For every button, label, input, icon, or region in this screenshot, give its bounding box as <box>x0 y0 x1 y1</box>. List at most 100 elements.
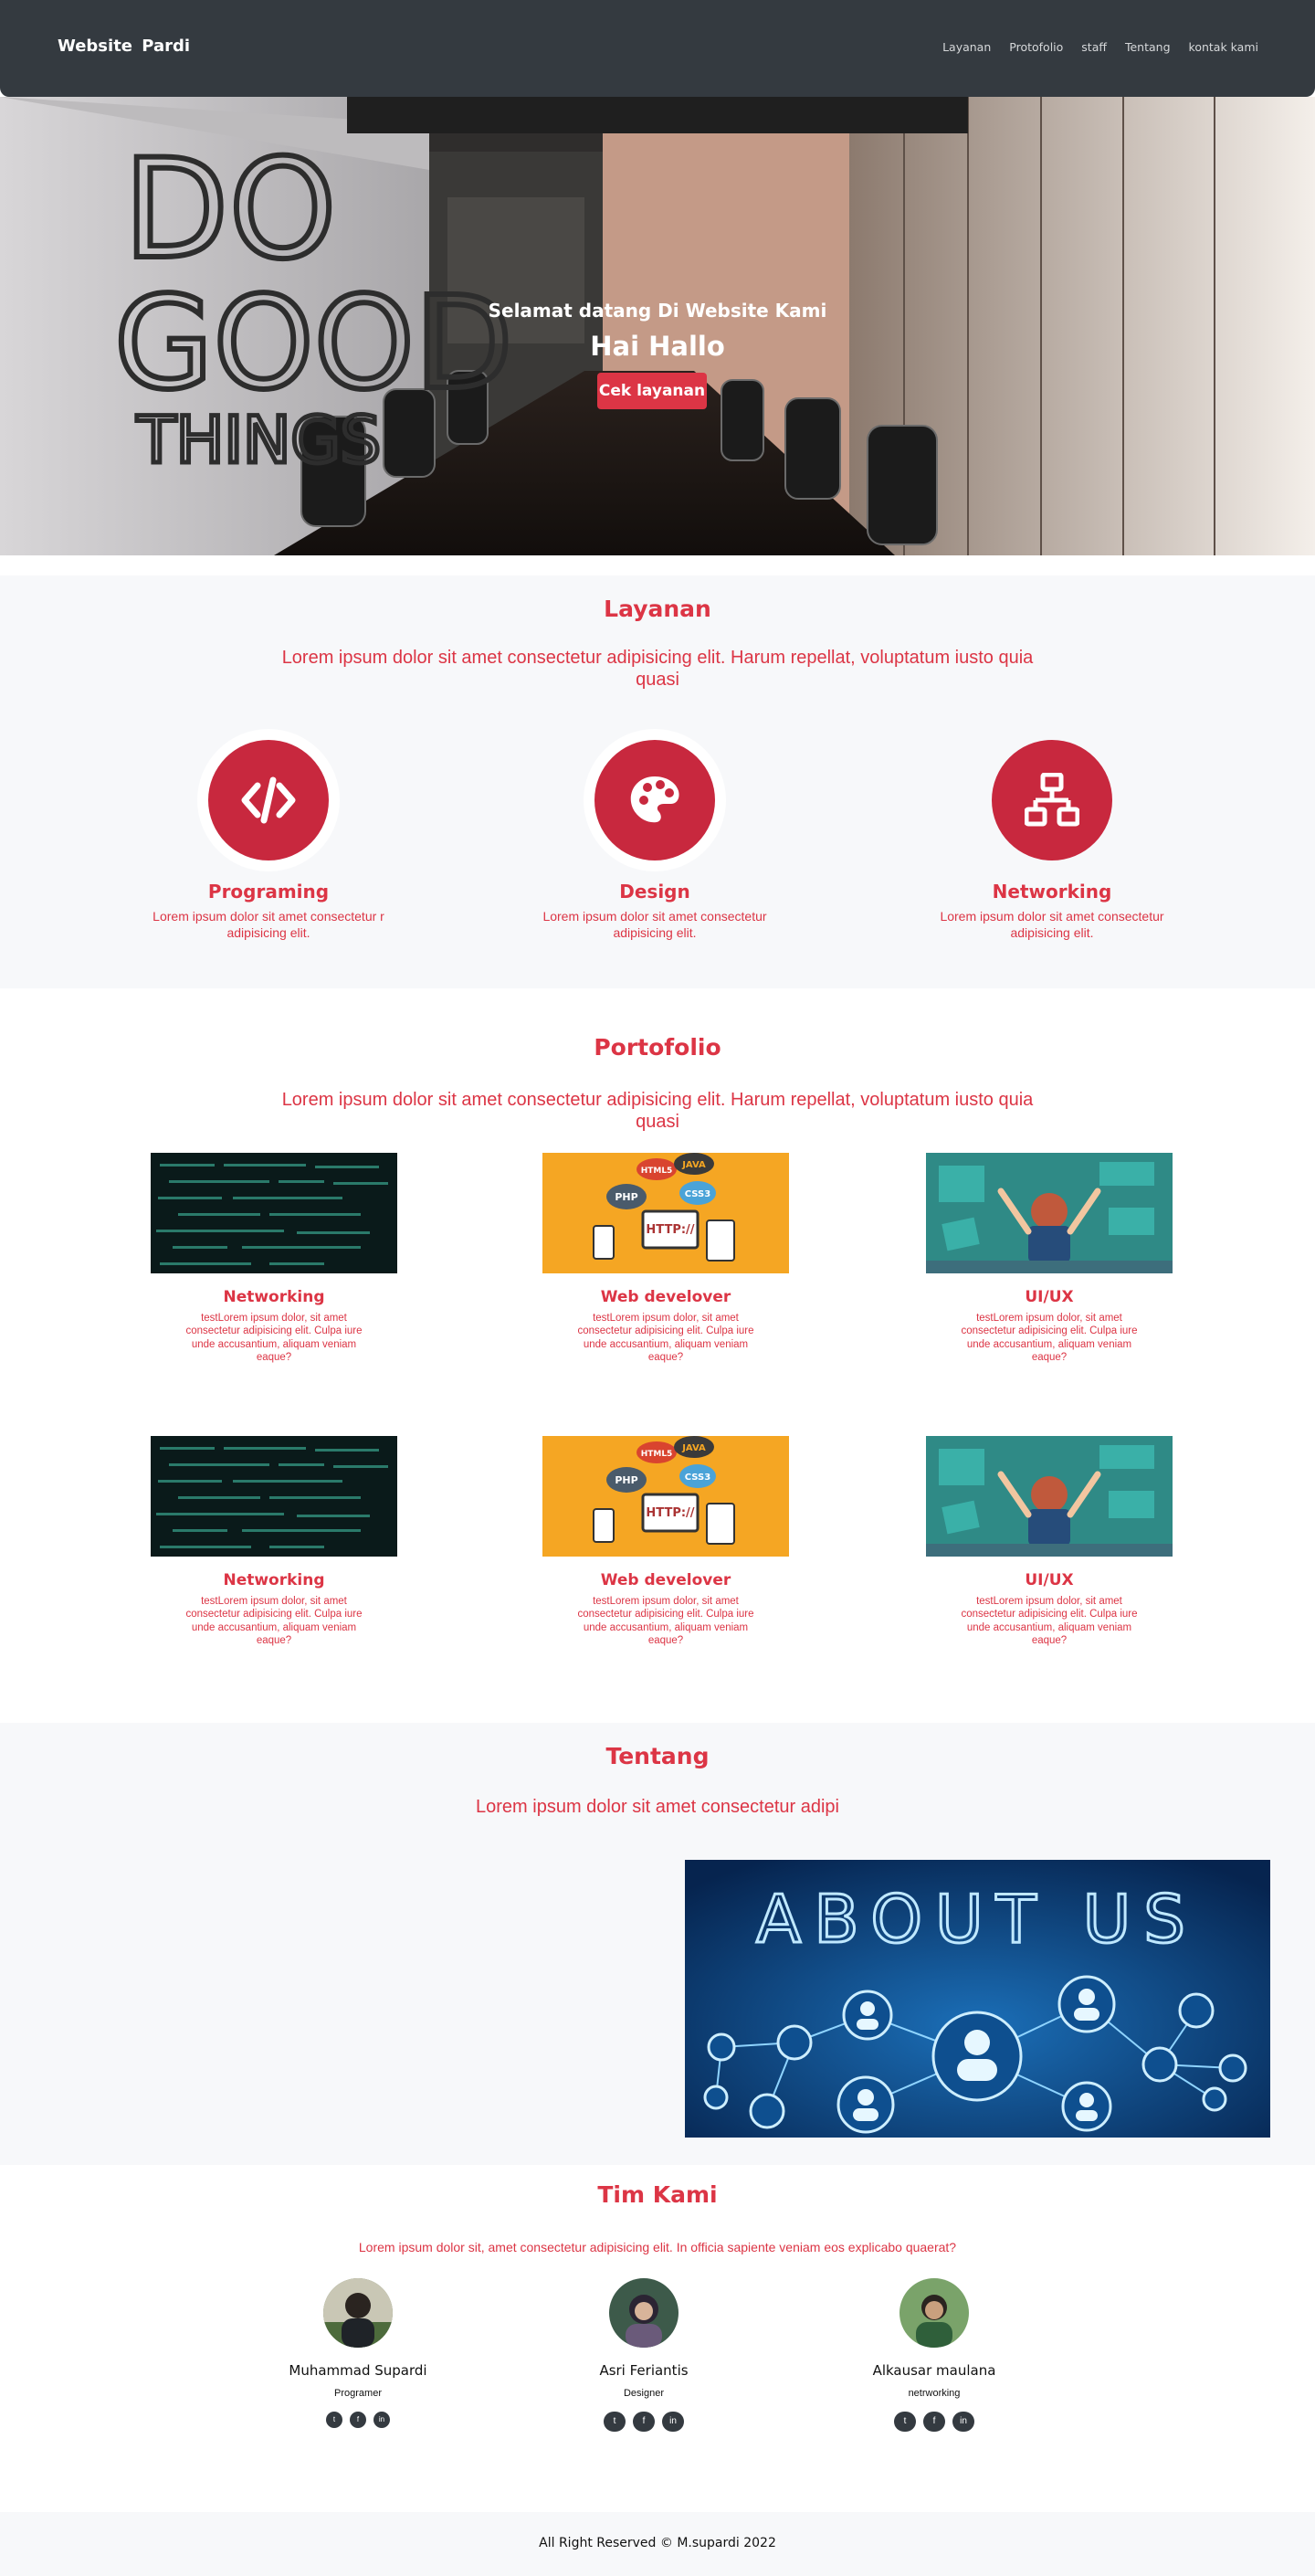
portfolio-desc: testLorem ipsum dolor, sit amet consecte… <box>577 1313 754 1364</box>
service-card-networking: Networking Lorem ipsum dolor sit amet co… <box>906 729 1198 941</box>
member-role: netrworking <box>908 2388 961 2399</box>
tentang-title: Tentang <box>605 1743 710 1769</box>
service-name: Programing <box>207 881 330 903</box>
twitter-icon[interactable]: t <box>894 2412 916 2432</box>
portfolio-name: Web develover <box>600 1571 731 1589</box>
palette-icon <box>594 740 715 860</box>
uiux-image <box>926 1153 1173 1273</box>
network-icon <box>992 740 1112 860</box>
nav-link-staff[interactable]: staff <box>1081 40 1107 54</box>
code-icon <box>208 740 329 860</box>
portfolio-card-webdev[interactable]: PHP HTML5 JAVA CSS3 HTTP:// Web develove… <box>542 1153 789 1365</box>
portfolio-desc: testLorem ipsum dolor, sit amet consecte… <box>577 1596 754 1647</box>
wall-text-do: DO <box>123 131 337 290</box>
portofolio-title: Portofolio <box>594 1034 721 1061</box>
networking-image <box>151 1153 397 1273</box>
portfolio-name: UI/UX <box>1025 1288 1074 1306</box>
twitter-icon[interactable]: t <box>326 2412 342 2428</box>
facebook-icon[interactable]: f <box>923 2412 945 2432</box>
tag-java: JAVA <box>681 1160 706 1170</box>
hero-subtitle: Selamat datang Di Website Kami <box>488 300 827 322</box>
linkedin-icon[interactable]: in <box>373 2412 390 2428</box>
tentang-section: Tentang Lorem ipsum dolor sit amet conse… <box>0 1723 1315 2165</box>
portfolio-card-uiux[interactable]: UI/UX testLorem ipsum dolor, sit amet co… <box>926 1153 1173 1365</box>
about-us-image: ABOUT US <box>685 1860 1270 2138</box>
hero-title: Hai Hallo <box>590 331 725 362</box>
facebook-icon[interactable]: f <box>350 2412 366 2428</box>
tag-css3: CSS3 <box>685 1473 710 1483</box>
service-desc: Lorem ipsum dolor sit amet consectetur a… <box>542 909 767 941</box>
team-member-card: Alkausar maulana netrworking t f in <box>825 2278 1044 2432</box>
portfolio-name: Networking <box>223 1288 325 1306</box>
avatar <box>323 2278 393 2348</box>
footer: All Right Reserved © M.supardi 2022 <box>0 2512 1315 2576</box>
social-links: t f in <box>248 2412 468 2428</box>
avatar <box>609 2278 679 2348</box>
social-links: t f in <box>825 2412 1044 2432</box>
portfolio-card-networking[interactable]: Networking testLorem ipsum dolor, sit am… <box>151 1153 397 1365</box>
linkedin-icon[interactable]: in <box>662 2412 684 2432</box>
tag-html5: HTML5 <box>641 1450 673 1459</box>
service-name: Networking <box>992 881 1112 903</box>
member-name: Muhammad Supardi <box>289 2362 427 2379</box>
avatar <box>899 2278 969 2348</box>
portfolio-card-webdev-2[interactable]: PHP HTML5 JAVA CSS3 HTTP:// Web develove… <box>542 1436 789 1648</box>
portfolio-desc: testLorem ipsum dolor, sit amet consecte… <box>185 1313 363 1364</box>
tag-php: PHP <box>615 1191 637 1203</box>
facebook-icon[interactable]: f <box>633 2412 655 2432</box>
layanan-lead: Lorem ipsum dolor sit amet consectetur a… <box>281 648 1034 690</box>
portofolio-lead: Lorem ipsum dolor sit amet consectetur a… <box>281 1090 1034 1132</box>
tag-http: HTTP:// <box>646 1223 694 1237</box>
nav-link-layanan[interactable]: Layanan <box>942 40 991 54</box>
member-name: Alkausar maulana <box>872 2362 996 2379</box>
navbar: Website Pardi Layanan Protofolio staff T… <box>0 0 1315 97</box>
layanan-section: Layanan Lorem ipsum dolor sit amet conse… <box>0 575 1315 988</box>
service-name: Design <box>619 881 690 903</box>
webdev-image: PHP HTML5 JAVA CSS3 HTTP:// <box>542 1153 789 1273</box>
tentang-lead: Lorem ipsum dolor sit amet consectetur a… <box>476 1797 839 1817</box>
portfolio-desc: testLorem ipsum dolor, sit amet consecte… <box>185 1596 363 1647</box>
about-us-heading: ABOUT US <box>756 1881 1198 1958</box>
member-role: Programer <box>334 2388 382 2399</box>
networking-image <box>151 1436 397 1557</box>
team-member-card: Muhammad Supardi Programer t f in <box>248 2278 468 2428</box>
tim-title: Tim Kami <box>597 2181 718 2208</box>
hero-background-image: DO GOOD THINGS <box>0 97 1315 555</box>
tim-lead: Lorem ipsum dolor sit, amet consectetur … <box>358 2240 957 2254</box>
cek-layanan-button[interactable]: Cek layanan <box>597 373 707 409</box>
portfolio-card-uiux-2[interactable]: UI/UX testLorem ipsum dolor, sit amet co… <box>926 1436 1173 1648</box>
portfolio-card-networking-2[interactable]: Networking testLorem ipsum dolor, sit am… <box>151 1436 397 1648</box>
service-desc: Lorem ipsum dolor sit amet consectetur r… <box>153 909 384 941</box>
portfolio-desc: testLorem ipsum dolor, sit amet consecte… <box>961 1596 1138 1647</box>
member-name: Asri Feriantis <box>599 2362 689 2379</box>
portfolio-desc: testLorem ipsum dolor, sit amet consecte… <box>961 1313 1138 1364</box>
uiux-image <box>926 1436 1173 1557</box>
tag-java: JAVA <box>681 1443 706 1453</box>
brand-logo[interactable]: Website Pardi <box>58 37 190 56</box>
nav-link-kontak[interactable]: kontak kami <box>1189 40 1258 54</box>
service-card-programing: Programing Lorem ipsum dolor sit amet co… <box>122 729 415 941</box>
layanan-title: Layanan <box>604 596 711 622</box>
tag-php: PHP <box>615 1474 637 1486</box>
service-card-design: Design Lorem ipsum dolor sit amet consec… <box>509 729 801 941</box>
service-desc: Lorem ipsum dolor sit amet consectetur a… <box>940 909 1164 941</box>
linkedin-icon[interactable]: in <box>952 2412 974 2432</box>
tim-section: Tim Kami Lorem ipsum dolor sit, amet con… <box>0 2165 1315 2512</box>
portfolio-name: Web develover <box>600 1288 731 1306</box>
tag-http: HTTP:// <box>646 1506 694 1520</box>
nav-link-portofolio[interactable]: Protofolio <box>1009 40 1063 54</box>
portofolio-section: Portofolio Lorem ipsum dolor sit amet co… <box>0 988 1315 1723</box>
nav-link-tentang[interactable]: Tentang <box>1125 40 1171 54</box>
social-links: t f in <box>534 2412 753 2432</box>
tag-html5: HTML5 <box>641 1167 673 1176</box>
portfolio-name: Networking <box>223 1571 325 1589</box>
nav-links: Layanan Protofolio staff Tentang kontak … <box>924 40 1258 54</box>
webdev-image: PHP HTML5 JAVA CSS3 HTTP:// <box>542 1436 789 1557</box>
twitter-icon[interactable]: t <box>604 2412 626 2432</box>
team-member-card: Asri Feriantis Designer t f in <box>534 2278 753 2432</box>
footer-copyright: All Right Reserved © M.supardi 2022 <box>539 2536 776 2550</box>
member-role: Designer <box>623 2388 665 2399</box>
wall-text-things: THINGS <box>136 403 381 478</box>
portfolio-name: UI/UX <box>1025 1571 1074 1589</box>
tag-css3: CSS3 <box>685 1189 710 1199</box>
